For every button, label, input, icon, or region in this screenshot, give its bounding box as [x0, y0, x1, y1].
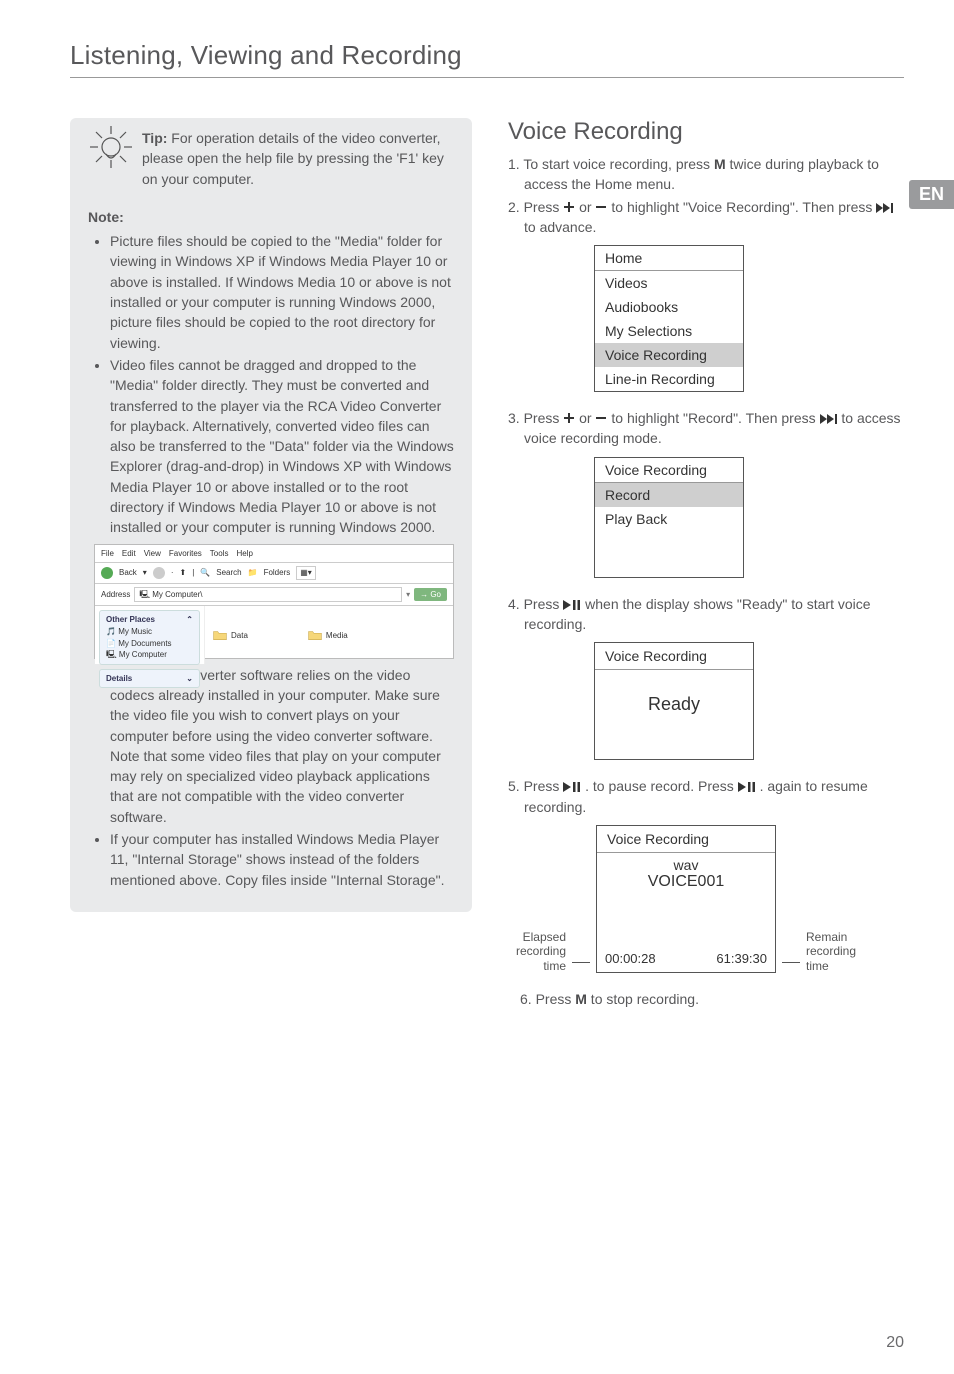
explorer-addressbar: Address 🖳 My Computer\ ▾ → Go — [95, 584, 453, 607]
note-list-2: If your computer has installed Windows M… — [88, 829, 454, 890]
up-icon: ⬆ — [179, 567, 186, 579]
recording-screen: Voice Recording wav VOICE001 00:00:28 61… — [596, 825, 776, 973]
tip-label: Tip: — [142, 130, 167, 146]
elapsed-time: 00:00:28 — [605, 951, 656, 966]
menu-item: Line-in Recording — [595, 367, 743, 391]
menu-item-highlighted: Voice Recording — [595, 343, 743, 367]
step-3: 3. Press or to highlight "Record". Then … — [508, 408, 904, 449]
m-button-label: M — [714, 156, 726, 172]
page-title: Listening, Viewing and Recording — [70, 40, 904, 71]
next-icon — [820, 414, 838, 424]
ready-text: Ready — [595, 670, 753, 725]
minus-icon — [595, 201, 607, 213]
panel-title: Other Places — [106, 614, 155, 626]
explorer-screenshot: File Edit View Favorites Tools Help Back… — [94, 544, 454, 659]
m-button-label: M — [575, 991, 587, 1007]
explorer-menubar: File Edit View Favorites Tools Help — [95, 545, 453, 564]
language-tab: EN — [909, 180, 954, 209]
right-column: Voice Recording 1. To start voice record… — [508, 118, 904, 1011]
plus-icon — [563, 412, 575, 424]
elapsed-label: Elapsed recording time — [508, 930, 566, 973]
rec-filename: VOICE001 — [597, 873, 775, 891]
step-1: 1. To start voice recording, press M twi… — [508, 154, 904, 195]
note-label: Note: — [88, 207, 454, 227]
folders-icon: 📁 — [248, 567, 258, 579]
search-icon: 🔍 — [200, 567, 210, 579]
address-field: 🖳 My Computer\ — [134, 587, 402, 603]
home-menu: Home Videos Audiobooks My Selections Voi… — [594, 245, 744, 392]
tip-box: Tip: For operation details of the video … — [70, 118, 472, 912]
back-icon — [101, 567, 113, 579]
step-2: 2. Press or to highlight "Voice Recordin… — [508, 197, 904, 238]
tip-body: For operation details of the video conve… — [142, 130, 444, 187]
menu-title: Voice Recording — [595, 458, 743, 483]
voice-recording-menu: Voice Recording Record Play Back — [594, 457, 744, 578]
menu-item: Favorites — [169, 548, 202, 560]
connector-line — [782, 962, 800, 963]
next-icon — [876, 203, 894, 213]
back-label: Back — [119, 567, 137, 579]
views-icon: ▦▾ — [296, 566, 316, 580]
explorer-main: Data Media — [205, 606, 453, 664]
ready-screen: Voice Recording Ready — [594, 642, 754, 760]
menu-item: Edit — [122, 548, 136, 560]
menu-item: Play Back — [595, 507, 743, 531]
menu-item: Tools — [210, 548, 229, 560]
folders-label: Folders — [264, 567, 291, 579]
panel-item: 🎵 My Music — [106, 626, 193, 638]
address-label: Address — [101, 589, 130, 601]
step-5: 5. Press . to pause record. Press . agai… — [508, 776, 904, 817]
go-button: → Go — [414, 588, 447, 602]
play-pause-icon — [738, 782, 756, 792]
note-list: Picture files should be copied to the "M… — [88, 231, 454, 537]
step-6: 6. Press M to stop recording. — [520, 989, 904, 1009]
step-4: 4. Press when the display shows "Ready" … — [508, 594, 904, 635]
menu-item: View — [144, 548, 161, 560]
remain-time: 61:39:30 — [716, 951, 767, 966]
title-rule — [70, 77, 904, 78]
explorer-sidepane: Other Places⌃ 🎵 My Music 📄 My Documents … — [95, 606, 205, 664]
menu-item: File — [101, 548, 114, 560]
folder-item: Data — [213, 612, 248, 658]
screen-title: Voice Recording — [597, 826, 775, 853]
recording-diagram: Elapsed recording time Voice Recording w… — [508, 825, 904, 973]
menu-item: My Selections — [595, 319, 743, 343]
note-item: Picture files should be copied to the "M… — [110, 231, 454, 353]
folder-item: Media — [308, 612, 348, 658]
screen-title: Voice Recording — [595, 643, 753, 670]
panel-item: 📄 My Documents — [106, 638, 193, 650]
play-pause-icon — [563, 600, 581, 610]
note-item: If your computer has installed Windows M… — [110, 829, 454, 890]
plus-icon — [563, 201, 575, 213]
menu-title: Home — [595, 246, 743, 271]
menu-item: Help — [236, 548, 252, 560]
remain-label: Remain recording time — [806, 930, 864, 973]
explorer-toolbar: Back ▾ · ⬆ | 🔍 Search 📁 Folders ▦▾ — [95, 563, 453, 584]
left-column: Tip: For operation details of the video … — [70, 118, 472, 1011]
menu-item: Audiobooks — [595, 295, 743, 319]
panel-item: 🖳 My Computer — [106, 649, 193, 661]
menu-item-highlighted: Record — [595, 483, 743, 507]
forward-icon — [153, 567, 165, 579]
page-number: 20 — [886, 1334, 904, 1352]
menu-item: Videos — [595, 271, 743, 295]
rec-format: wav — [597, 857, 775, 873]
section-title: Voice Recording — [508, 118, 904, 146]
minus-icon — [595, 412, 607, 424]
note-item: Video files cannot be dragged and droppe… — [110, 355, 454, 538]
tip-text: Tip: For operation details of the video … — [88, 128, 454, 189]
panel-title: Details — [106, 673, 132, 685]
search-label: Search — [216, 567, 241, 579]
after-shot-text: This video converter software relies on … — [110, 665, 454, 827]
sun-icon — [88, 124, 134, 175]
connector-line — [572, 962, 590, 963]
play-pause-icon — [563, 782, 581, 792]
